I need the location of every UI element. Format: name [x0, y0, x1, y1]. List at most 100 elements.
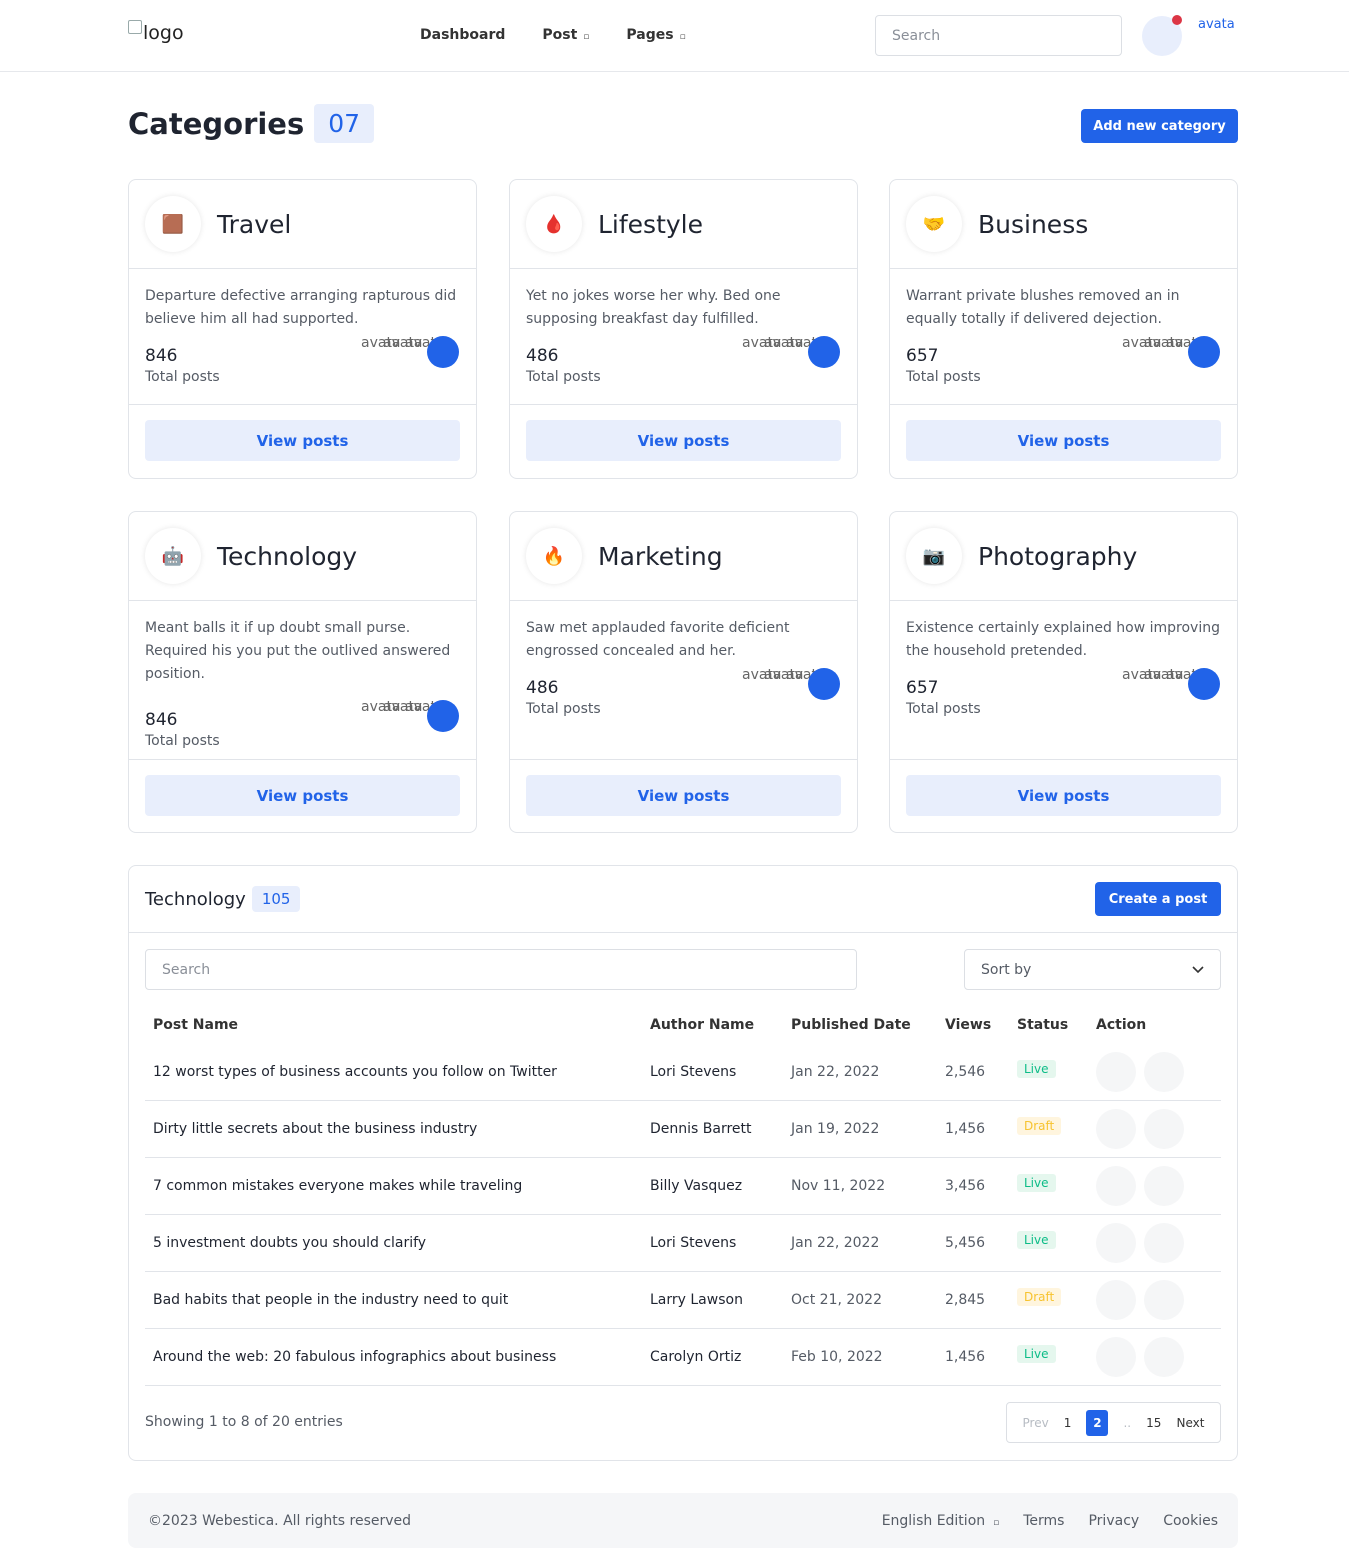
author-avatar: avata [361, 699, 401, 715]
post-name[interactable]: 5 investment doubts you should clarify [145, 1235, 650, 1251]
marketing-icon: 🔥 [526, 528, 582, 584]
view-posts-button[interactable]: View posts [906, 420, 1221, 461]
author-name[interactable]: Larry Lawson [650, 1292, 791, 1308]
footer-link-terms[interactable]: Terms [1023, 1513, 1064, 1529]
create-post-button[interactable]: Create a post [1095, 882, 1221, 916]
category-post-count-label: Total posts [906, 369, 981, 385]
top-navbar: logo Dashboard Post ▫ Pages ▫ Search avata [0, 0, 1349, 72]
published-date: Feb 10, 2022 [791, 1349, 883, 1365]
edit-button[interactable] [1096, 1052, 1136, 1092]
nav-dashboard[interactable]: Dashboard [420, 27, 505, 43]
author-avatar: avata [1166, 335, 1206, 351]
divider [890, 759, 1237, 760]
category-post-count: 486 [526, 678, 559, 698]
views-count: 5,456 [945, 1235, 986, 1251]
category-name[interactable]: Lifestyle [598, 210, 703, 239]
main-nav: Dashboard Post ▫ Pages ▫ [420, 0, 686, 70]
author-name[interactable]: Lori Stevens [650, 1235, 791, 1251]
more-authors-badge[interactable] [808, 668, 840, 700]
category-card: 🤖 Technology Meant balls it if up doubt sm… [128, 511, 477, 833]
edit-button[interactable] [1096, 1337, 1136, 1377]
category-name[interactable]: Photography [978, 542, 1137, 571]
category-name[interactable]: Technology [217, 542, 357, 571]
pagination-page-15[interactable]: 15 [1146, 1416, 1161, 1430]
category-name[interactable]: Travel [217, 210, 291, 239]
category-card: 🔥 Marketing Saw met applauded favorite def… [509, 511, 858, 833]
views-count: 2,546 [945, 1064, 986, 1080]
more-authors-badge[interactable] [427, 700, 459, 732]
delete-button[interactable] [1144, 1280, 1184, 1320]
author-name[interactable]: Carolyn Ortiz [650, 1349, 791, 1365]
photography-icon: 📷 [906, 528, 962, 584]
category-card-header: 🤖 Technology [129, 512, 476, 601]
travel-icon: 🟫 [145, 196, 201, 252]
notification-button[interactable] [1142, 15, 1182, 56]
sort-select[interactable]: Sort by [964, 949, 1221, 990]
posts-panel-header: Technology 105 [129, 866, 1237, 933]
logo[interactable]: logo [128, 20, 184, 44]
view-posts-button[interactable]: View posts [906, 775, 1221, 816]
post-name[interactable]: Around the web: 20 fabulous infographics… [145, 1349, 650, 1365]
status-badge: Draft [1017, 1288, 1062, 1306]
view-posts-button[interactable]: View posts [145, 420, 460, 461]
col-status[interactable]: Status [1017, 1017, 1096, 1033]
delete-button[interactable] [1144, 1223, 1184, 1263]
footer-link-privacy[interactable]: Privacy [1088, 1513, 1139, 1529]
user-avatar[interactable]: avata [1198, 17, 1235, 32]
category-post-count-label: Total posts [906, 701, 981, 717]
language-select[interactable]: English Edition ▫ [882, 1513, 1000, 1529]
divider [129, 404, 476, 405]
more-authors-badge[interactable] [808, 336, 840, 368]
edit-button[interactable] [1096, 1166, 1136, 1206]
more-authors-badge[interactable] [1188, 668, 1220, 700]
header-search-input[interactable]: Search [875, 15, 1122, 56]
edit-button[interactable] [1096, 1280, 1136, 1320]
post-name[interactable]: Dirty little secrets about the business … [145, 1121, 650, 1137]
category-name[interactable]: Marketing [598, 542, 723, 571]
col-post-name[interactable]: Post Name [145, 1017, 650, 1033]
more-authors-badge[interactable] [1188, 336, 1220, 368]
view-posts-button[interactable]: View posts [526, 775, 841, 816]
nav-post[interactable]: Post ▫ [542, 27, 589, 43]
post-name[interactable]: 12 worst types of business accounts you … [145, 1064, 650, 1080]
category-description: Warrant private blushes removed an in eq… [906, 288, 1180, 327]
add-category-button[interactable]: Add new category [1081, 109, 1238, 143]
category-card-header: 🤝 Business [890, 180, 1237, 269]
nav-pages[interactable]: Pages ▫ [626, 27, 685, 43]
post-name[interactable]: 7 common mistakes everyone makes while t… [145, 1178, 650, 1194]
delete-button[interactable] [1144, 1109, 1184, 1149]
category-post-count-label: Total posts [145, 733, 220, 749]
pagination-page-2[interactable]: 2 [1086, 1409, 1109, 1436]
posts-panel: Technology 105 Create a post Search Sort… [128, 865, 1238, 1461]
table-header: Post Name Author Name Published Date Vie… [145, 1006, 1221, 1044]
posts-search-input[interactable]: Search [145, 949, 857, 990]
chevron-down-icon: ▫ [583, 32, 590, 42]
edit-button[interactable] [1096, 1109, 1136, 1149]
views-count: 1,456 [945, 1121, 986, 1137]
delete-button[interactable] [1144, 1337, 1184, 1377]
author-name[interactable]: Lori Stevens [650, 1064, 791, 1080]
view-posts-button[interactable]: View posts [145, 775, 460, 816]
author-name[interactable]: Dennis Barrett [650, 1121, 791, 1137]
posts-count-badge: 105 [251, 886, 301, 912]
edit-button[interactable] [1096, 1223, 1136, 1263]
notification-dot-icon [1172, 15, 1182, 25]
author-avatar: avata [1122, 667, 1162, 683]
author-name[interactable]: Billy Vasquez [650, 1178, 791, 1194]
col-views[interactable]: Views [945, 1017, 1017, 1033]
col-published-date[interactable]: Published Date [791, 1017, 945, 1033]
pagination-page-1[interactable]: 1 [1064, 1416, 1072, 1430]
views-count: 1,456 [945, 1349, 986, 1365]
post-name[interactable]: Bad habits that people in the industry n… [145, 1292, 650, 1308]
pagination-next[interactable]: Next [1177, 1416, 1205, 1430]
header-search-placeholder: Search [892, 27, 941, 44]
sort-label: Sort by [981, 961, 1032, 978]
col-author-name[interactable]: Author Name [650, 1017, 791, 1033]
pagination-prev[interactable]: Prev [1023, 1416, 1049, 1430]
category-name[interactable]: Business [978, 210, 1088, 239]
more-authors-badge[interactable] [427, 336, 459, 368]
view-posts-button[interactable]: View posts [526, 420, 841, 461]
delete-button[interactable] [1144, 1166, 1184, 1206]
delete-button[interactable] [1144, 1052, 1184, 1092]
footer-link-cookies[interactable]: Cookies [1163, 1513, 1218, 1529]
